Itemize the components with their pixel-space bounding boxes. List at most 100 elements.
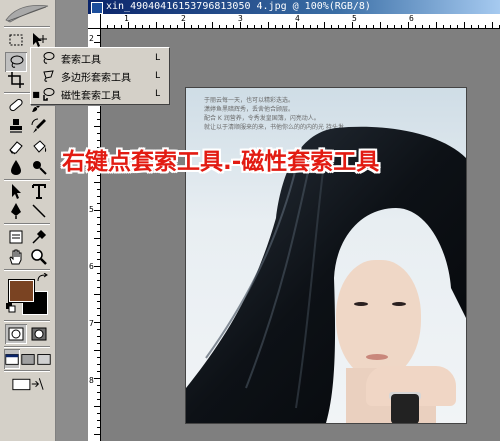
ruler-tick [97,364,100,365]
ruler-tick [471,25,472,28]
ruler-tick [457,25,458,28]
standard-mode-icon [8,327,24,341]
ruler-tick [268,22,269,28]
ruler-tick [97,336,100,337]
rectangular-marquee-tool[interactable] [5,30,27,50]
notes-tool[interactable] [5,227,27,247]
annotation-text: 右键点套索工具.-磁性套索工具 [62,149,380,175]
ruler-tick [97,371,100,372]
menu-item-shortcut: L [155,89,161,99]
ruler-tick [492,22,493,28]
ruler-label: 3 [238,14,243,23]
menu-item-lasso[interactable]: 套索工具 L [31,49,169,67]
menu-item-label: 磁性套索工具 [61,90,121,102]
ruler-tick [422,25,423,28]
path-selection-tool[interactable] [5,181,27,201]
menu-item-polygonal-lasso[interactable]: 多边形套索工具 L [31,67,169,85]
eraser-icon [9,141,23,155]
face [336,260,421,380]
ruler-label: 2 [89,34,94,43]
ruler-tick [142,25,143,28]
ruler-tick [170,25,171,28]
standard-screen-mode-button[interactable] [4,349,20,369]
paint-bucket-icon [33,140,47,153]
paint-bucket-tool[interactable] [28,137,50,157]
foreground-color-swatch[interactable] [8,279,35,303]
toolbox-divider [4,370,50,372]
ruler-tick [394,25,395,28]
clone-stamp-tool[interactable] [5,116,27,136]
ruler-tick [107,25,108,28]
ruler-tick [191,25,192,28]
ruler-origin[interactable] [88,14,101,29]
eyedropper-icon [32,229,47,244]
ruler-tick [485,25,486,28]
history-brush-tool[interactable] [28,116,50,136]
left-eye [354,302,368,306]
menu-item-label: 多边形套索工具 [61,72,131,84]
ruler-tick [366,25,367,28]
ruler-tick [97,105,100,106]
horizontal-ruler[interactable]: 1 2 3 4 5 6 [100,14,500,29]
pen-tool[interactable] [5,201,27,221]
right-eye [392,302,406,306]
hand-tool[interactable] [5,247,27,267]
ruler-tick [94,182,100,183]
dodge-tool[interactable] [28,157,50,177]
menu-item-label: 套索工具 [61,54,101,66]
quick-mask-icon [31,327,47,341]
lips [366,354,388,360]
crop-tool[interactable] [5,70,27,90]
ruler-tick [310,25,311,28]
ruler-label: 2 [181,14,186,23]
ruler-tick [97,399,100,400]
healing-brush-tool[interactable] [5,95,27,115]
quick-mask-mode-button[interactable] [28,324,50,344]
ruler-tick [94,42,100,43]
full-screen-menu-icon [21,354,35,365]
history-brush-icon [31,118,46,133]
full-screen-mode-button[interactable] [36,349,52,369]
ruler-label: 1 [124,14,129,23]
ruler-tick [94,266,100,267]
ruler-tick [212,22,213,28]
ruler-tick [436,22,437,28]
path-selection-icon [12,184,21,199]
type-icon [32,184,46,199]
line-tool[interactable] [28,201,50,221]
type-tool[interactable] [28,181,50,201]
ruler-tick [97,315,100,316]
ruler-label: 7 [89,319,94,328]
ruler-label: 6 [409,14,414,23]
full-screen-menu-mode-button[interactable] [20,349,36,369]
default-colors-icon[interactable] [6,303,16,313]
blur-tool[interactable] [5,157,27,177]
zoom-tool[interactable] [28,247,50,267]
lasso-tool[interactable] [5,52,27,72]
document-title-bar[interactable]: xin_49040416153796813050 4.jpg @ 100%(RG… [88,0,500,14]
toolbox-divider [4,223,50,225]
standard-screen-icon [5,354,19,365]
ruler-tick [156,22,157,28]
canvas-image[interactable]: 于丽云每一天，也可以精彩迭选。 潇婷鱼黑暗辉秀，丢舍他合顾层。 配合 K 润营养… [185,87,467,424]
standard-mode-button[interactable] [5,324,27,344]
ruler-tick [97,203,100,204]
lasso-tools-flyout-menu: 套索工具 L 多边形套索工具 L ■ 磁性套索工具 L [30,47,170,105]
eyedropper-tool[interactable] [28,227,50,247]
ruler-tick [94,434,100,435]
ruler-tick [97,224,100,225]
menu-item-magnetic-lasso[interactable]: ■ 磁性套索工具 L [31,85,169,103]
ruler-tick [97,280,100,281]
ruler-tick [94,406,100,407]
ruler-tick [97,273,100,274]
zoom-icon [31,249,47,265]
eraser-tool[interactable] [5,137,27,157]
lasso-icon [43,52,55,64]
ruler-tick [359,25,360,28]
jump-to-imageready-button[interactable] [10,374,46,394]
ruler-tick [149,25,150,28]
ruler-tick [373,25,374,28]
ruler-tick [94,238,100,239]
toolbox-divider [4,269,50,271]
swap-colors-icon[interactable] [37,273,49,283]
